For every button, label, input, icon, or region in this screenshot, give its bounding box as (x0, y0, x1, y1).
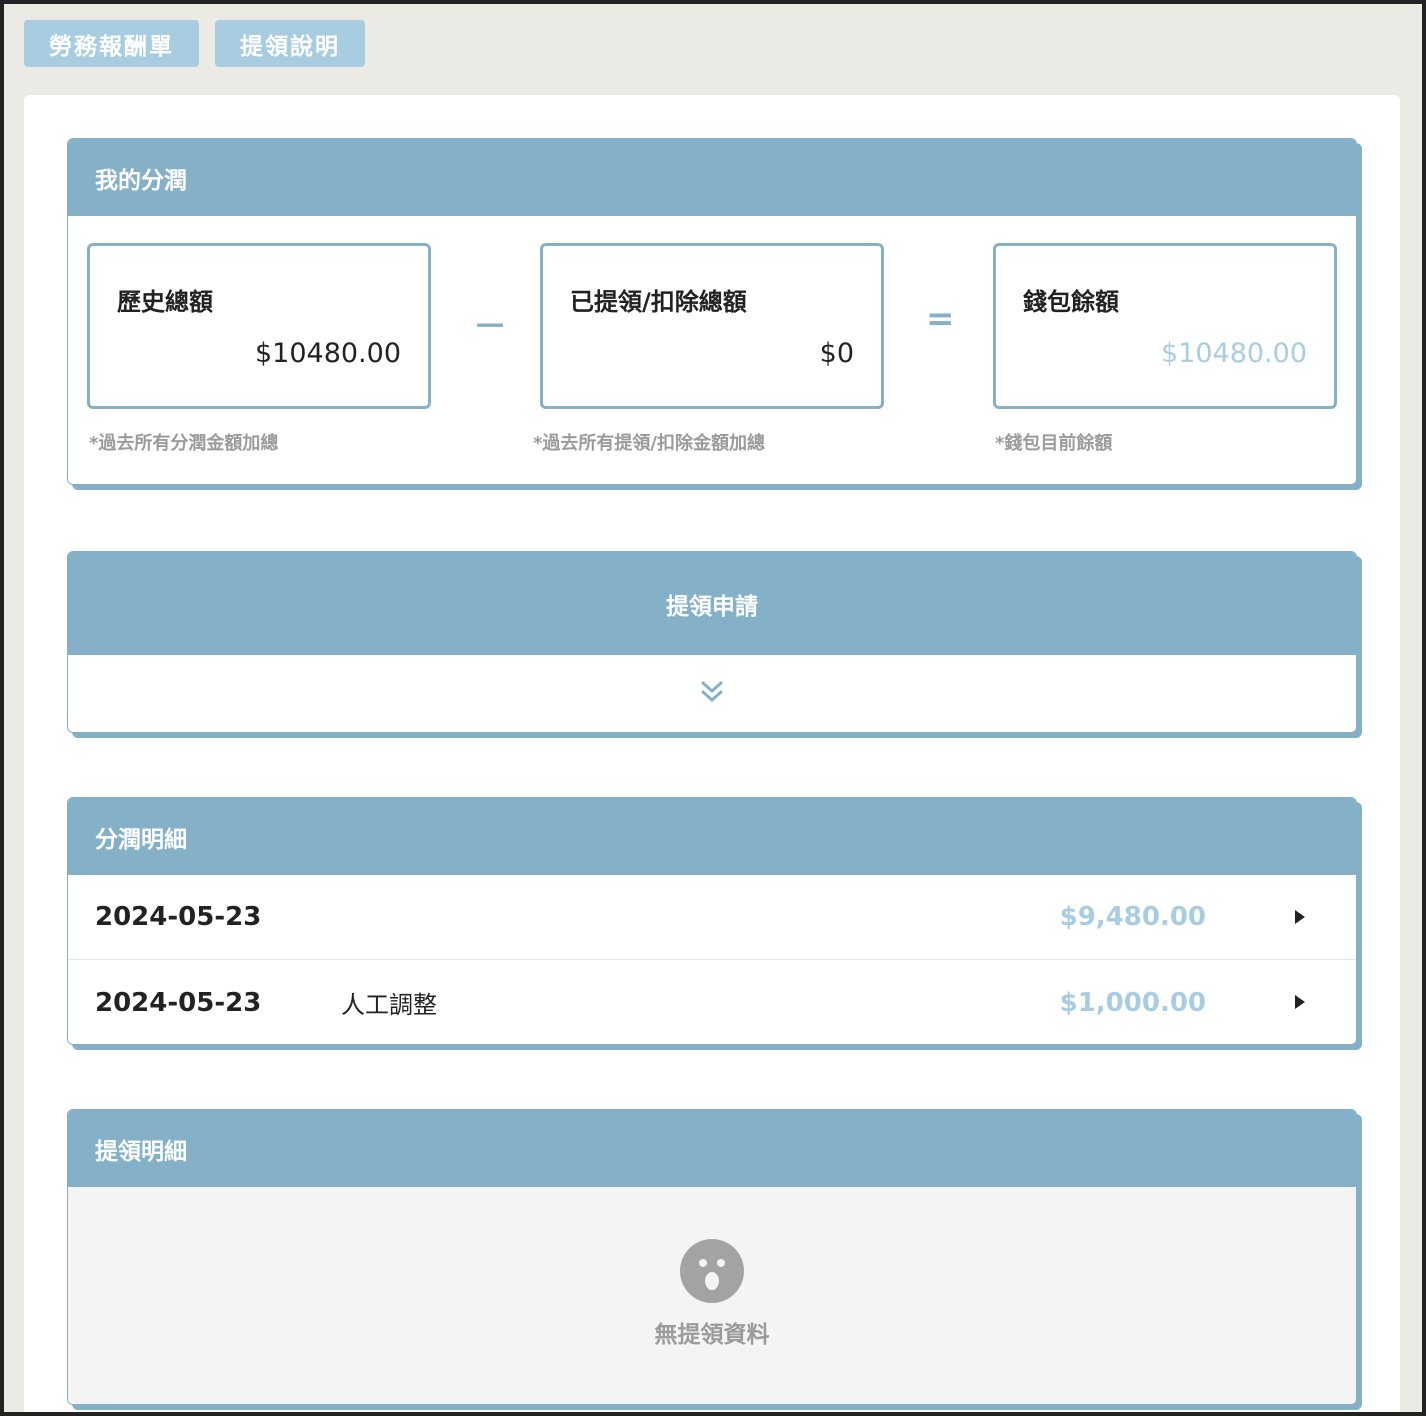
table-row[interactable]: 2024-05-23 $9,480.00 (68, 875, 1356, 960)
wallet-balance-box: 錢包餘額 $10480.00 (993, 243, 1337, 409)
row-note: 人工調整 (341, 991, 437, 1019)
row-date: 2024-05-23 (95, 902, 262, 932)
withdrawn-total-box: 已提領/扣除總額 $0 (540, 243, 884, 409)
withdraw-detail-card: 提領明細 無提領資料 (67, 1109, 1357, 1405)
expand-apply-toggle[interactable] (68, 655, 1356, 732)
withdraw-detail-title: 提領明細 (68, 1110, 1356, 1187)
withdrawn-total-label: 已提領/扣除總額 (570, 288, 747, 316)
profit-detail-title: 分潤明細 (68, 798, 1356, 875)
wallet-balance-label: 錢包餘額 (1023, 288, 1119, 316)
minus-symbol: － (473, 307, 507, 347)
wallet-balance-value: $10480.00 (1160, 338, 1307, 369)
profit-summary-card: 我的分潤 歷史總額 $10480.00 *過去所有分潤金額加總 － 已提領/扣除… (67, 138, 1357, 485)
caret-right-icon[interactable] (1294, 994, 1306, 1014)
main-content: 我的分潤 歷史總額 $10480.00 *過去所有分潤金額加總 － 已提領/扣除… (24, 95, 1400, 1412)
row-amount: $1,000.00 (1059, 987, 1206, 1018)
profit-detail-card: 分潤明細 2024-05-23 $9,480.00 2024-05-23 人工調… (67, 797, 1357, 1045)
history-total-note: *過去所有分潤金額加總 (89, 433, 279, 454)
equals-symbol: = (926, 299, 955, 339)
withdrawn-total-note: *過去所有提領/扣除金額加總 (533, 433, 765, 454)
wallet-balance-note: *錢包目前餘額 (995, 433, 1113, 454)
withdraw-apply-card: 提領申請 (67, 551, 1357, 733)
tab-withdraw-instructions[interactable]: 提領說明 (215, 20, 365, 67)
caret-right-icon[interactable] (1294, 909, 1306, 929)
history-total-value: $10480.00 (254, 338, 401, 369)
table-row[interactable]: 2024-05-23 人工調整 $1,000.00 (68, 960, 1356, 1044)
history-total-label: 歷史總額 (117, 288, 213, 316)
withdraw-apply-title[interactable]: 提領申請 (68, 552, 1356, 655)
tab-labor-remuneration[interactable]: 勞務報酬單 (24, 20, 199, 67)
empty-state: 無提領資料 (68, 1187, 1356, 1404)
surprised-face-icon (680, 1239, 744, 1307)
withdrawn-total-value: $0 (819, 338, 854, 369)
row-date: 2024-05-23 (95, 987, 262, 1018)
row-amount: $9,480.00 (1059, 902, 1206, 932)
profit-card-title: 我的分潤 (68, 139, 1356, 216)
top-tabs: 勞務報酬單 提領說明 (24, 20, 365, 67)
empty-state-text: 無提領資料 (654, 1322, 770, 1348)
double-chevron-down-icon (700, 680, 724, 708)
history-total-box: 歷史總額 $10480.00 (87, 243, 431, 409)
app-frame: 勞務報酬單 提領說明 我的分潤 歷史總額 $10480.00 *過去所有分潤金額… (4, 4, 1422, 1412)
